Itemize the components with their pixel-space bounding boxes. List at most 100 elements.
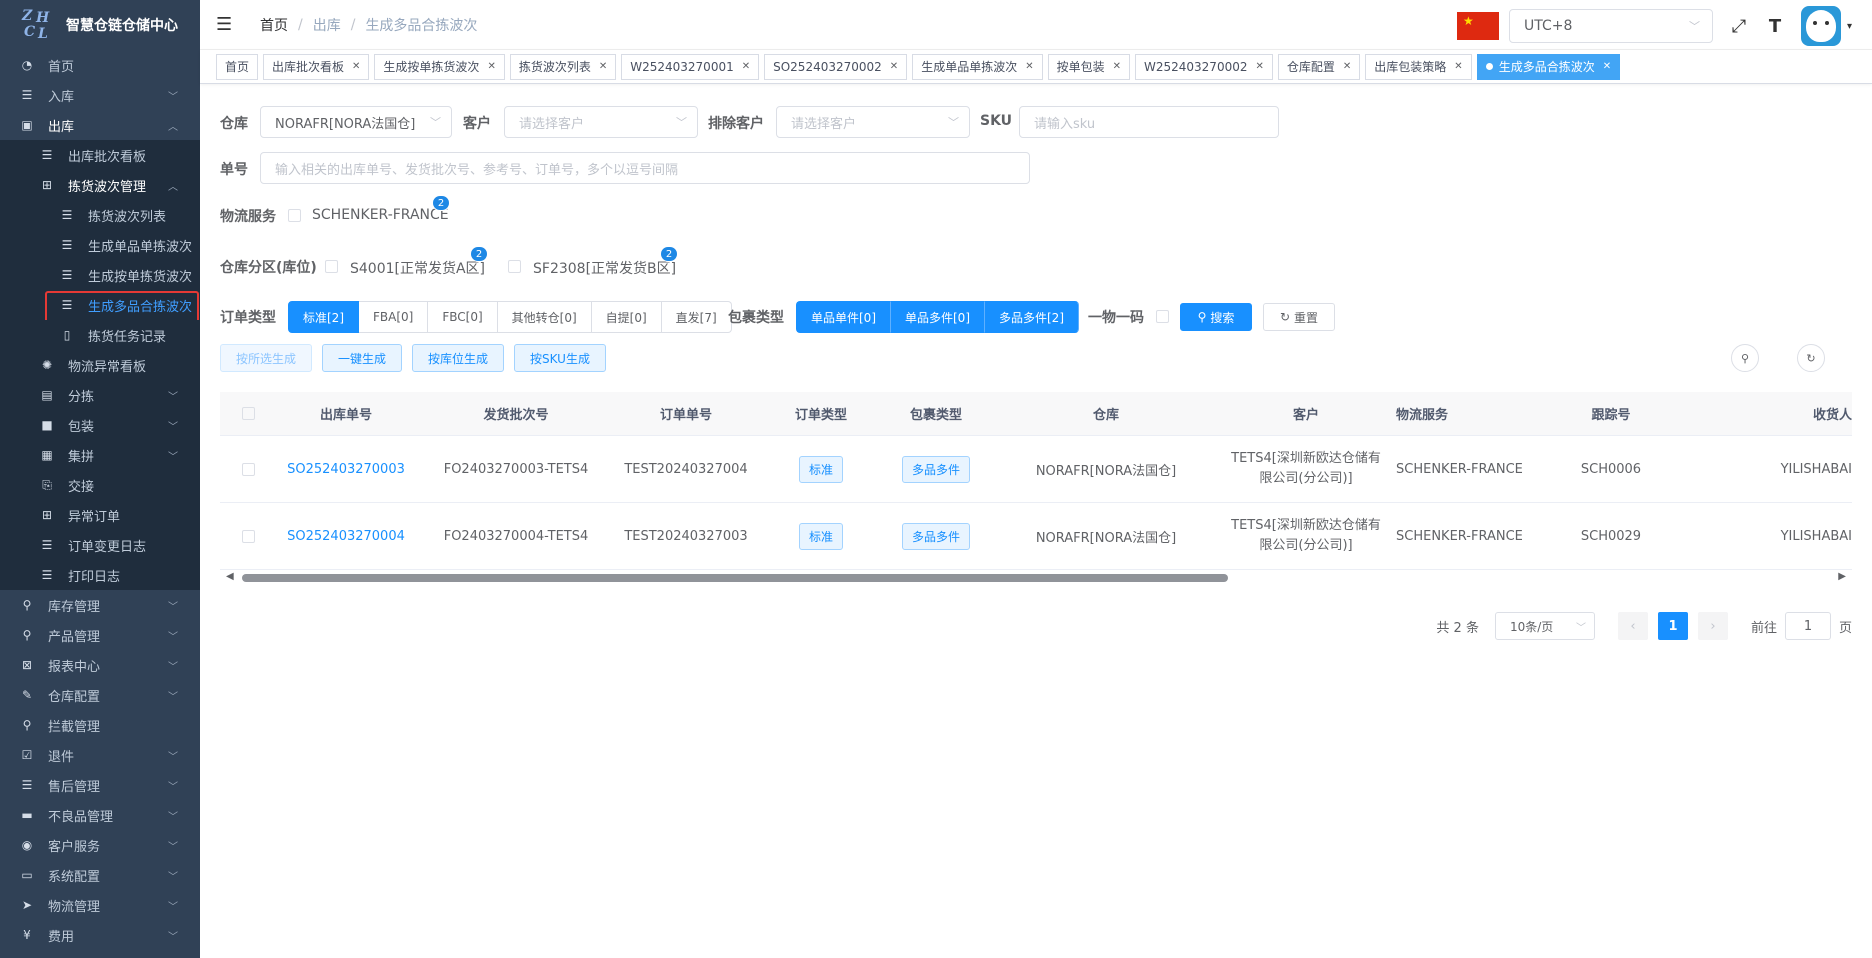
customer-select[interactable]: 请选择客户 ﹀ [504,106,698,138]
goto-page-input[interactable]: 1 [1784,612,1831,640]
sidebar-item-outbound-batch-board[interactable]: ☰ 出库批次看板 [0,140,200,170]
close-icon[interactable]: ✕ [1025,61,1033,72]
generate-by-sku-button[interactable]: 按SKU生成 [514,344,606,372]
search-toggle-icon[interactable]: ⚲ [1731,344,1759,372]
sidebar-item-pick-wave-mgmt[interactable]: ⊞ 拣货波次管理 ︿ [0,170,200,200]
sidebar-item-customer-service[interactable]: ◉ 客户服务 ﹀ [0,830,200,860]
tag-item[interactable]: 生成单品单拣波次 ✕ [912,53,1043,80]
close-icon[interactable]: ✕ [1113,61,1121,72]
one-click-generate-button[interactable]: 一键生成 [322,344,402,372]
row-checkbox[interactable] [241,529,255,543]
tag-item[interactable]: W252403270001 ✕ [621,53,760,80]
close-icon[interactable]: ✕ [742,61,750,72]
close-icon[interactable]: ✕ [599,61,607,72]
sidebar-item-after-sales[interactable]: ☰ 售后管理 ﹀ [0,770,200,800]
one-code-checkbox[interactable] [1156,310,1169,323]
refresh-icon[interactable]: ↻ [1797,344,1825,372]
sidebar-item-logistics[interactable]: ➤ 物流管理 ﹀ [0,890,200,920]
package-type-single-single[interactable]: 单品单件[0] [796,301,891,333]
tag-active[interactable]: 生成多品合拣波次 ✕ [1476,53,1621,80]
page-number[interactable]: 1 [1657,612,1688,640]
sidebar-item-products[interactable]: ⚲ 产品管理 ﹀ [0,620,200,650]
sidebar-item-order-pick-wave[interactable]: ☰ 生成按单拣货波次 [0,260,200,290]
order-type-standard[interactable]: 标准[2] [288,301,359,333]
breadcrumb-outbound[interactable]: 出库 [313,15,341,35]
sidebar-item-pick-wave-list[interactable]: ☰ 拣货波次列表 [0,200,200,230]
menu-toggle-icon[interactable]: ☰ [216,14,240,35]
sku-input[interactable]: 请输入sku [1019,106,1279,138]
sidebar-item-outbound[interactable]: ▣ 出库 ︿ [0,110,200,140]
tag-item[interactable]: SO252403270002 ✕ [764,53,908,80]
close-icon[interactable]: ✕ [1454,61,1462,72]
sidebar-item-warehouse-config[interactable]: ✎ 仓库配置 ﹀ [0,680,200,710]
tag-item[interactable]: 出库包装策略 ✕ [1365,53,1472,80]
package-type-multi-multi[interactable]: 多品多件[2] [985,301,1079,333]
order-type-transfer[interactable]: 其他转仓[0] [497,301,592,333]
sidebar-item-order-change-log[interactable]: ☰ 订单变更日志 [0,530,200,560]
exclude-customer-select[interactable]: 请选择客户 ﹀ [776,106,970,138]
horizontal-scrollbar[interactable]: ◀ ▶ [220,570,1852,586]
sidebar-item-print-log[interactable]: ☰ 打印日志 [0,560,200,590]
avatar[interactable] [1800,6,1841,46]
sidebar-item-logistics-exception[interactable]: ✺ 物流异常看板 [0,350,200,380]
sidebar-item-single-item-wave[interactable]: ☰ 生成单品单拣波次 [0,230,200,260]
tag-home[interactable]: 首页 [216,53,259,80]
sidebar-item-pick-task-log[interactable]: ▯ 拣货任务记录 [0,320,200,350]
tag-item[interactable]: 拣货波次列表 ✕ [509,53,617,80]
sidebar-item-fees[interactable]: ¥ 费用 ﹀ [0,920,200,950]
close-icon[interactable]: ✕ [1603,61,1611,72]
row-checkbox[interactable] [241,462,255,476]
china-flag-icon[interactable]: ★ [1456,12,1499,40]
tag-item[interactable]: 生成按单拣货波次 ✕ [374,53,505,80]
logistics-checkbox[interactable] [288,209,301,222]
tag-item[interactable]: 仓库配置 ✕ [1277,53,1361,80]
close-icon[interactable]: ✕ [352,61,360,72]
sidebar-item-returns[interactable]: ☑ 退件 ﹀ [0,740,200,770]
tag-item[interactable]: 按单包装 ✕ [1047,53,1130,80]
close-icon[interactable]: ✕ [890,61,898,72]
order-no-input[interactable]: 输入相关的出库单号、发货批次号、参考号、订单号，多个以逗号间隔 [260,152,1030,184]
outbound-no-link[interactable]: SO252403270004 [287,529,405,544]
zone-option-a[interactable]: S4001[正常发货A区] [350,258,485,278]
sidebar-item-consolidation[interactable]: ▦ 集拼 ﹀ [0,440,200,470]
sidebar-item-handover[interactable]: ⎘ 交接 [0,470,200,500]
sidebar-item-home[interactable]: ◔ 首页 [0,50,200,80]
tag-item[interactable]: W252403270002 ✕ [1135,53,1273,80]
order-type-fbc[interactable]: FBC[0] [428,301,498,333]
sidebar-item-inventory[interactable]: ⚲ 库存管理 ﹀ [0,590,200,620]
next-page-button[interactable]: › [1697,612,1728,640]
fullscreen-icon[interactable]: ⤢ [1729,16,1749,37]
sidebar-item-system-config[interactable]: ▭ 系统配置 ﹀ [0,860,200,890]
sidebar-item-multi-item-wave[interactable]: ☰ 生成多品合拣波次 [0,290,200,323]
sidebar-item-packing[interactable]: ■ 包装 ﹀ [0,410,200,440]
sidebar-item-inbound[interactable]: ☰ 入库 ﹀ [0,80,200,110]
scroll-thumb[interactable] [242,574,1228,582]
outbound-no-link[interactable]: SO252403270003 [287,462,405,477]
select-all-checkbox[interactable] [241,407,255,420]
tag-item[interactable]: 出库批次看板 ✕ [263,53,370,80]
logistics-option-label[interactable]: SCHENKER-FRANCE [312,207,449,223]
generate-by-location-button[interactable]: 按库位生成 [412,344,504,372]
order-type-direct[interactable]: 直发[7] [661,301,732,333]
package-type-single-multi[interactable]: 单品多件[0] [891,301,985,333]
prev-page-button[interactable]: ‹ [1617,612,1648,640]
sidebar-item-abnormal-orders[interactable]: ⊞ 异常订单 [0,500,200,530]
generate-selected-button[interactable]: 按所选生成 [220,344,312,372]
caret-down-icon[interactable]: ▾ [1847,21,1852,32]
zone-checkbox-a[interactable] [325,260,338,273]
warehouse-select[interactable]: NORAFR[NORA法国仓] ﹀ [260,106,452,138]
sidebar-item-defective[interactable]: ▬ 不良品管理 ﹀ [0,800,200,830]
sidebar-item-sorting[interactable]: ▤ 分拣 ﹀ [0,380,200,410]
zone-checkbox-b[interactable] [508,260,521,273]
scroll-right-icon[interactable]: ▶ [1838,571,1846,582]
font-size-icon[interactable]: T [1765,16,1785,37]
breadcrumb-home[interactable]: 首页 [260,15,288,35]
order-type-fba[interactable]: FBA[0] [359,301,429,333]
search-button[interactable]: ⚲ 搜索 [1180,303,1252,331]
reset-button[interactable]: ↻ 重置 [1263,303,1335,331]
order-type-pickup[interactable]: 自提[0] [591,301,662,333]
scroll-left-icon[interactable]: ◀ [226,571,234,582]
page-size-select[interactable]: 10条/页 ﹀ [1494,612,1595,640]
zone-option-b[interactable]: SF2308[正常发货B区] [533,258,676,278]
close-icon[interactable]: ✕ [1343,61,1351,72]
